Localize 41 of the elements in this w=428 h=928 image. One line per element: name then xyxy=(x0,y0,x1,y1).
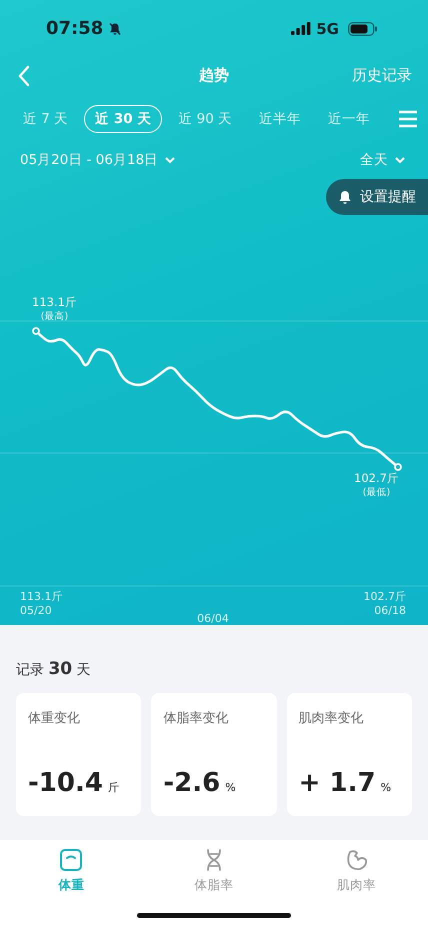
chevron-down-icon xyxy=(164,156,176,164)
bell-icon xyxy=(338,190,352,205)
bottom-tab[interactable]: 体脂率 xyxy=(142,840,286,902)
scale-icon xyxy=(59,848,84,872)
arm-muscle-icon xyxy=(344,848,369,872)
period-tab[interactable]: 近半年 xyxy=(248,105,312,134)
stat-value: + 1.7 % xyxy=(298,768,392,798)
back-icon[interactable] xyxy=(17,64,31,87)
start-date-label: 05/20 xyxy=(20,604,53,618)
stat-title: 体脂率变化 xyxy=(163,710,230,727)
stat-title: 肌肉率变化 xyxy=(298,710,365,727)
mid-date-label: 06/04 xyxy=(197,612,229,625)
chevron-down-icon xyxy=(394,156,406,164)
status-time: 07:58 xyxy=(46,18,104,40)
date-range-dropdown[interactable]: 05月20日 - 06月18日 xyxy=(20,151,176,170)
stat-title: 体重变化 xyxy=(28,710,81,727)
period-tab[interactable]: 近一年 xyxy=(317,105,382,134)
period-tab[interactable]: 近 90 天 xyxy=(167,105,244,134)
muted-bell-icon xyxy=(108,22,122,36)
bottom-tab[interactable]: 体重 xyxy=(0,840,143,902)
period-tab[interactable]: 近 30 天 xyxy=(84,105,162,134)
end-value-label: 102.7斤 xyxy=(363,589,406,604)
bottom-tab[interactable]: 肌肉率 xyxy=(285,840,428,902)
menu-icon[interactable] xyxy=(398,110,418,128)
record-days-summary: 记录 30 天 xyxy=(16,659,92,679)
min-value-label: 102.7斤 xyxy=(354,470,399,486)
page-title: 趋势 xyxy=(199,66,229,86)
max-value-label: 113.1斤 xyxy=(32,294,77,310)
history-link[interactable]: 历史记录 xyxy=(352,66,412,86)
end-date-label: 06/18 xyxy=(374,604,406,618)
time-of-day-dropdown[interactable]: 全天 xyxy=(360,151,406,170)
stat-value: -2.6 % xyxy=(163,768,237,798)
stat-value: -10.4 斤 xyxy=(28,768,120,798)
min-note: (最低) xyxy=(362,486,390,499)
period-tab[interactable]: 近 7 天 xyxy=(12,105,80,134)
signal-icon xyxy=(291,22,312,36)
battery-icon xyxy=(348,22,378,36)
network-label: 5G xyxy=(316,20,339,38)
max-note: (最高) xyxy=(40,310,68,323)
start-value-label: 113.1斤 xyxy=(20,589,62,604)
reminder-button[interactable]: 设置提醒 xyxy=(326,179,428,215)
